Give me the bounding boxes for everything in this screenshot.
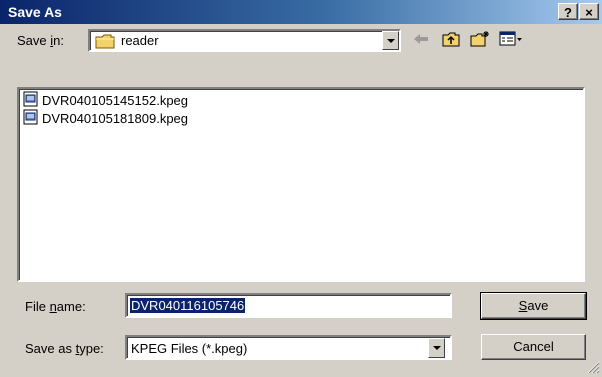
- save-in-dropdown-button[interactable]: [382, 31, 399, 50]
- list-item[interactable]: DVR040105145152.kpeg: [23, 91, 188, 109]
- save-in-label: Save in:: [17, 33, 64, 48]
- save-button[interactable]: Save: [480, 292, 587, 320]
- file-name: DVR040105145152.kpeg: [42, 92, 189, 108]
- folder-icon: [95, 33, 115, 52]
- view-menu-icon: [499, 31, 523, 50]
- help-button[interactable]: ?: [558, 3, 578, 20]
- up-one-level-button[interactable]: [440, 30, 462, 50]
- save-in-dropdown[interactable]: reader: [88, 29, 401, 52]
- file-name-value: DVR040116105746: [130, 298, 246, 313]
- new-folder-button[interactable]: [469, 30, 491, 50]
- new-folder-icon: [470, 30, 490, 50]
- save-in-value: reader: [121, 33, 159, 48]
- up-one-level-icon: [442, 31, 460, 50]
- chevron-down-icon: [386, 38, 395, 43]
- file-list[interactable]: DVR040105145152.kpeg DVR040105181809.kpe…: [17, 87, 585, 282]
- file-name-label: File name:: [25, 299, 86, 314]
- list-item[interactable]: DVR040105181809.kpeg: [23, 109, 188, 127]
- help-icon: ?: [564, 5, 572, 20]
- cancel-button[interactable]: Cancel: [481, 334, 586, 360]
- save-as-type-label: Save as type:: [25, 341, 104, 356]
- window-title: Save As: [8, 4, 62, 20]
- back-button[interactable]: [410, 30, 432, 50]
- save-as-type-dropdown-button[interactable]: [428, 338, 445, 358]
- save-as-type-value: KPEG Files (*.kpeg): [131, 341, 248, 356]
- resize-grip-icon: [586, 361, 600, 377]
- file-icon: [23, 91, 39, 110]
- file-icon: [23, 109, 39, 128]
- file-name: DVR040105181809.kpeg: [42, 110, 189, 126]
- file-name-field[interactable]: DVR040116105746: [125, 293, 452, 318]
- view-menu-button[interactable]: [498, 30, 524, 50]
- close-icon: ×: [585, 5, 593, 20]
- resize-grip[interactable]: [586, 360, 600, 377]
- back-arrow-icon: [413, 33, 429, 48]
- close-button[interactable]: ×: [579, 3, 599, 20]
- chevron-down-icon: [432, 346, 441, 350]
- title-bar[interactable]: Save As ? ×: [0, 0, 602, 24]
- save-as-type-dropdown[interactable]: KPEG Files (*.kpeg): [125, 335, 452, 360]
